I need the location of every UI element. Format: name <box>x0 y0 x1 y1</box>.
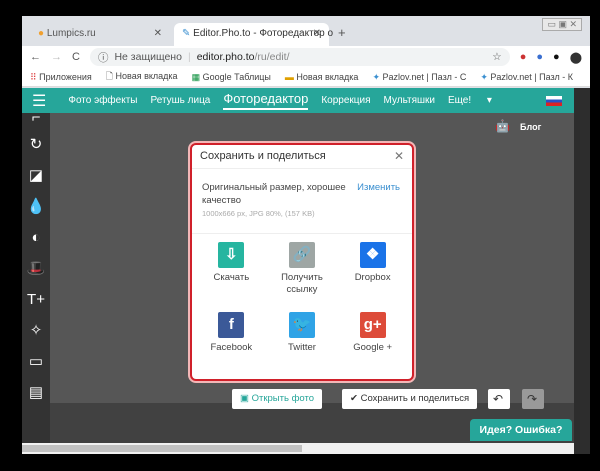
favicon-icon: ✎ <box>182 28 191 39</box>
new-tab-button[interactable]: + <box>330 23 354 46</box>
vertical-scrollbar[interactable] <box>574 88 590 454</box>
quality-label: Оригинальный размер, хорошее качество <box>202 182 346 206</box>
blog-link[interactable]: Блог <box>520 122 541 132</box>
tab-lumpics[interactable]: ● Lumpics.ru ✕ <box>30 23 170 46</box>
nav-cartoons[interactable]: Мультяшки <box>384 95 435 106</box>
download-option[interactable]: ⇩ Скачать <box>196 242 267 312</box>
bookmark-item[interactable]: 🗋 Новая вкладка <box>106 69 178 85</box>
window-controls[interactable]: ▭ ▣ ✕ <box>542 18 582 31</box>
google-plus-option[interactable]: g+ Google + <box>337 312 408 379</box>
star-icon[interactable]: ☆ <box>492 51 501 63</box>
url-host: editor.pho.to <box>196 51 255 63</box>
address-bar: ← → C ⓘ Не защищено | editor.pho.to/ru/edit/☆… <box>22 46 590 68</box>
menu-icon[interactable]: ⬤ <box>570 51 582 64</box>
frame-icon[interactable]: ▭ <box>22 346 50 377</box>
bookmark-apps[interactable]: ⠿ Приложения <box>30 72 92 83</box>
feedback-button[interactable]: Идея? Ошибка? <box>470 419 572 441</box>
bookmark-item[interactable]: ▬ Новая вкладка <box>285 72 359 82</box>
dropbox-option[interactable]: ❖ Dropbox <box>337 242 408 312</box>
save-share-dialog: Сохранить и поделиться ✕ Оригинальный раз… <box>190 143 414 381</box>
change-quality-link[interactable]: Изменить <box>357 181 400 194</box>
not-secure-label: Не защищено <box>114 51 182 63</box>
nav-photo-editor[interactable]: Фоторедактор <box>223 91 309 110</box>
save-share-button[interactable]: ✔ Сохранить и поделиться <box>342 389 478 409</box>
color-drop-icon[interactable]: 💧 <box>22 191 50 222</box>
texture-icon[interactable]: ▤ <box>22 377 50 408</box>
get-link-option[interactable]: 🔗 Получить ссылку <box>267 242 338 312</box>
close-tab-icon[interactable]: ✕ <box>313 28 321 39</box>
add-text-icon[interactable]: T+ <box>22 284 50 315</box>
extension-icon[interactable]: ● <box>536 51 543 63</box>
back-icon[interactable]: ← <box>30 51 41 63</box>
url-input[interactable]: ⓘ Не защищено | editor.pho.to/ru/edit/☆ <box>89 48 510 66</box>
nav-correction[interactable]: Коррекция <box>321 95 370 106</box>
open-photo-button[interactable]: ▣ Открыть фото <box>232 389 322 409</box>
android-icon[interactable]: 🤖 <box>495 119 510 133</box>
nav-photo-effects[interactable]: Фото эффекты <box>68 95 137 106</box>
crop-icon[interactable]: ⌐ <box>22 110 50 129</box>
profile-icon[interactable]: ● <box>553 51 560 63</box>
hamburger-icon[interactable]: ☰ <box>32 91 46 111</box>
dialog-title: Сохранить и поделиться <box>200 150 326 162</box>
redo-button[interactable]: ↷ <box>522 389 544 409</box>
bookmark-item[interactable]: ▦ Google Таблицы <box>192 72 271 83</box>
close-tab-icon[interactable]: ✕ <box>154 28 162 39</box>
close-icon[interactable]: ✕ <box>394 149 404 163</box>
bookmark-item[interactable]: ✦ Pazlov.net | Пазл - К <box>480 72 573 83</box>
forward-icon[interactable]: → <box>51 51 62 63</box>
twitter-option[interactable]: 🐦 Twitter <box>267 312 338 379</box>
hat-mustache-icon[interactable]: 🎩 <box>22 253 50 284</box>
tool-sidebar: ⌐ ↻ ◪ 💧 ◐ 🎩 T+ ✧ ▭ ▤ <box>22 110 50 454</box>
tab-editor[interactable]: ✎ Editor.Pho.to - Фоторедактор о ✕ <box>174 23 333 46</box>
exposure-icon[interactable]: ◪ <box>22 160 50 191</box>
favicon-icon: ● <box>38 28 45 39</box>
horizontal-scrollbar[interactable] <box>22 443 574 454</box>
language-flag-icon[interactable] <box>546 95 562 106</box>
facebook-icon: f <box>218 312 245 338</box>
undo-button[interactable]: ↶ <box>488 389 510 409</box>
nav-face-retouch[interactable]: Ретушь лица <box>150 95 210 106</box>
rotate-icon[interactable]: ↻ <box>22 129 50 160</box>
info-icon: ⓘ <box>97 51 109 64</box>
tab-bar: ● Lumpics.ru ✕ ✎ Editor.Pho.to - Фотореда… <box>22 16 590 46</box>
bookmarks-bar: ⠿ Приложения 🗋 Новая вкладка ▦ Google Та… <box>22 68 590 87</box>
download-icon: ⇩ <box>218 242 245 268</box>
nav-more[interactable]: Еще! ▾ <box>448 95 492 106</box>
image-details: 1000x666 px, JPG 80%, (157 KB) <box>202 209 315 218</box>
url-path: /ru/edit/ <box>254 51 290 63</box>
google-plus-icon: g+ <box>359 312 386 338</box>
dropbox-icon: ❖ <box>359 242 386 268</box>
reload-icon[interactable]: C <box>72 51 80 63</box>
link-icon: 🔗 <box>288 242 315 268</box>
tab-label: Lumpics.ru <box>46 28 96 39</box>
bookmark-item[interactable]: ✦ Pazlov.net | Пазл - С <box>372 72 466 83</box>
twitter-icon: 🐦 <box>288 312 315 338</box>
site-nav: ☰ Фото эффекты Ретушь лица Фоторедактор … <box>22 88 574 113</box>
contrast-icon[interactable]: ◐ <box>22 222 50 253</box>
facebook-option[interactable]: f Facebook <box>196 312 267 379</box>
magic-wand-icon[interactable]: ✧ <box>22 315 50 346</box>
extension-icon[interactable]: ● <box>520 51 527 63</box>
